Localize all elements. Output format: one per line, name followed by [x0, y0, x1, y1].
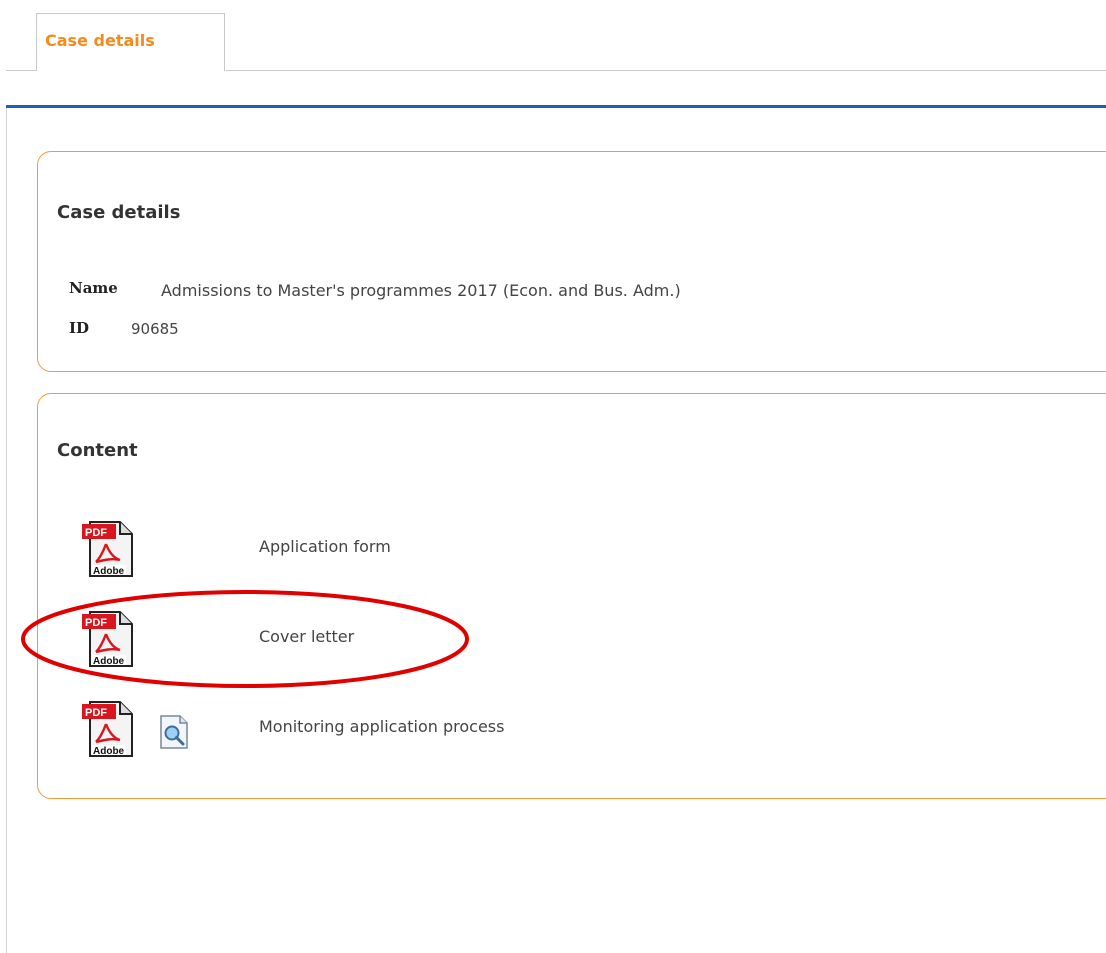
svg-text:PDF: PDF	[85, 527, 107, 539]
document-application-form[interactable]: PDF Adobe Application form	[76, 518, 676, 580]
tab-baseline	[226, 70, 1106, 71]
header-rule	[6, 105, 1106, 108]
tab-case-details[interactable]: Case details	[36, 13, 225, 71]
document-link[interactable]: Application form	[259, 537, 391, 556]
name-value: Admissions to Master's programmes 2017 (…	[161, 281, 681, 300]
pdf-icon[interactable]: PDF Adobe	[76, 608, 138, 670]
document-monitoring-application-process[interactable]: PDF Adobe Monitoring application process	[76, 698, 676, 760]
tab-label: Case details	[45, 31, 155, 50]
svg-text:Adobe: Adobe	[93, 656, 125, 667]
svg-text:PDF: PDF	[85, 617, 107, 629]
svg-text:Adobe: Adobe	[93, 746, 125, 757]
document-cover-letter[interactable]: PDF Adobe Cover letter	[76, 608, 676, 670]
content-panel: Content PDF Adobe Application form PDF A…	[37, 393, 1106, 799]
document-link[interactable]: Monitoring application process	[259, 717, 504, 736]
svg-text:PDF: PDF	[85, 707, 107, 719]
id-value: 90685	[131, 320, 179, 338]
panel-title: Case details	[57, 202, 181, 223]
name-label: Name	[69, 279, 118, 297]
case-details-panel: Case details Name Admissions to Master's…	[37, 151, 1106, 372]
tab-baseline-left	[6, 70, 36, 71]
pdf-icon[interactable]: PDF Adobe	[76, 518, 138, 580]
id-label: ID	[69, 319, 90, 337]
document-preview-icon[interactable]	[158, 714, 190, 750]
pdf-icon[interactable]: PDF Adobe	[76, 698, 138, 760]
document-link[interactable]: Cover letter	[259, 627, 354, 646]
svg-text:Adobe: Adobe	[93, 566, 125, 577]
page-left-border	[6, 108, 7, 953]
tab-strip: Case details	[0, 0, 1106, 110]
panel-title: Content	[57, 440, 138, 461]
